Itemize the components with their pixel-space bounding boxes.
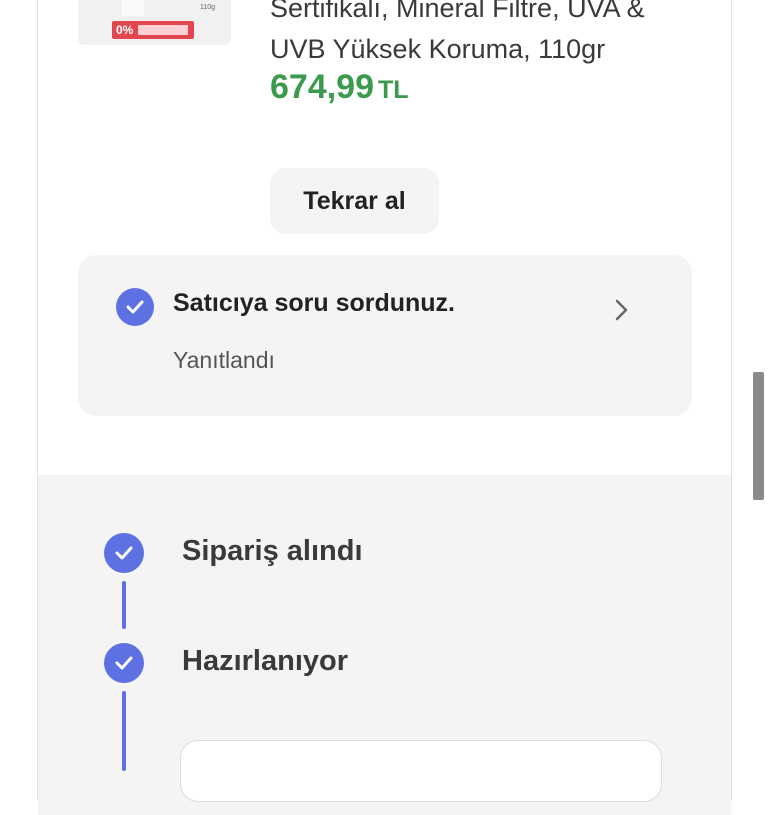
tracking-step-label: Hazırlanıyor [182, 645, 348, 677]
check-circle-icon [104, 643, 144, 683]
chevron-right-icon[interactable] [611, 298, 631, 322]
product-price: 674,99 TL [270, 68, 409, 107]
tracking-step-preparing: Hazırlanıyor [38, 643, 731, 685]
question-title: Satıcıya soru sordunuz. [173, 289, 456, 317]
order-tracking: Sipariş alındı Hazırlanıyor [38, 475, 731, 815]
price-currency: TL [378, 76, 409, 104]
product-bottle [122, 0, 144, 16]
check-circle-icon [116, 288, 154, 326]
order-card: 110g 0% Sertifikalı, Mineral Filtre, UVA… [37, 0, 732, 815]
product-title-line-2: UVB Yüksek Koruma, 110gr [270, 34, 606, 64]
tracking-step-received: Sipariş alındı [38, 533, 731, 575]
promo-badge: 0% [112, 21, 194, 39]
tracking-step-label: Sipariş alındı [182, 535, 363, 567]
tracking-connector [122, 581, 126, 629]
check-circle-icon [104, 533, 144, 573]
tracking-connector [122, 691, 126, 771]
seller-question-box[interactable]: Satıcıya soru sordunuz. Yanıtlandı [78, 255, 692, 416]
product-size-label: 110g [200, 4, 216, 11]
scrollbar-thumb[interactable] [753, 372, 764, 500]
promo-badge-stripe [138, 25, 188, 35]
rebuy-button[interactable]: Tekrar al [270, 168, 439, 234]
price-amount: 674,99 [270, 68, 374, 106]
question-status: Yanıtlandı [173, 347, 275, 373]
product-image[interactable]: 110g 0% [78, 0, 231, 45]
product-title-line-1: Sertifikalı, Mineral Filtre, UVA & [270, 0, 645, 23]
tracking-next-card[interactable] [180, 740, 662, 802]
product-title[interactable]: Sertifikalı, Mineral Filtre, UVA & UVB Y… [270, 0, 710, 70]
promo-badge-text: 0% [116, 23, 134, 37]
